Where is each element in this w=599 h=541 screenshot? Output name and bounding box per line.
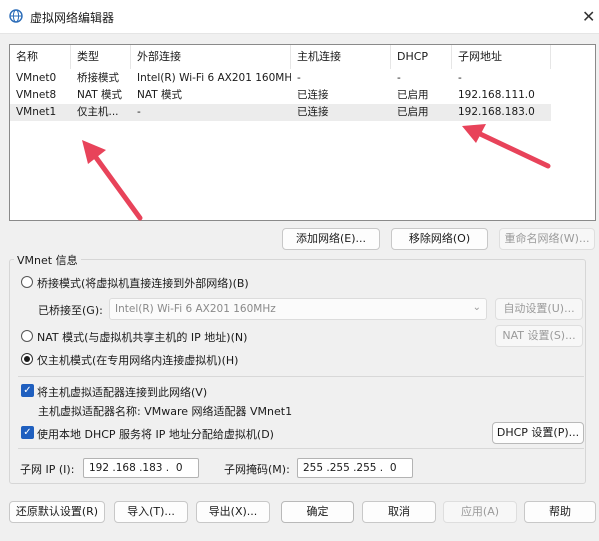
cell-name: VMnet8 bbox=[16, 89, 57, 101]
divider bbox=[18, 376, 584, 377]
cell-host: 已连接 bbox=[297, 106, 329, 118]
close-icon[interactable]: ✕ bbox=[582, 7, 595, 26]
subnet-mask-input[interactable]: 255 .255 .255 . 0 bbox=[297, 458, 413, 478]
subnet-mask-label: 子网掩码(M): bbox=[224, 463, 290, 476]
hostonly-mode-radio[interactable] bbox=[21, 353, 33, 365]
cell-name: VMnet0 bbox=[16, 72, 57, 84]
cell-host: 已连接 bbox=[297, 89, 329, 101]
list-header: 名称 类型 外部连接 主机连接 DHCP 子网地址 bbox=[10, 45, 595, 69]
cell-dhcp: 已启用 bbox=[397, 106, 429, 118]
column-header-host[interactable]: 主机连接 bbox=[291, 45, 391, 69]
network-globe-icon bbox=[9, 9, 23, 23]
bridged-to-select[interactable]: Intel(R) Wi-Fi 6 AX201 160MHz ⌄ bbox=[109, 298, 487, 320]
help-button[interactable]: 帮助 bbox=[524, 501, 596, 523]
cancel-button[interactable]: 取消 bbox=[362, 501, 436, 523]
connect-adapter-label[interactable]: 将主机虚拟适配器连接到此网络(V) bbox=[37, 384, 207, 400]
remove-network-button[interactable]: 移除网络(O) bbox=[391, 228, 488, 250]
bridged-to-value: Intel(R) Wi-Fi 6 AX201 160MHz bbox=[115, 303, 276, 315]
use-dhcp-checkbox[interactable]: ✓ bbox=[21, 426, 34, 439]
column-header-type[interactable]: 类型 bbox=[71, 45, 131, 69]
connect-adapter-checkbox[interactable]: ✓ bbox=[21, 384, 34, 397]
window-title: 虚拟网络编辑器 bbox=[30, 11, 115, 25]
cell-subnet: - bbox=[458, 72, 462, 84]
ok-button[interactable]: 确定 bbox=[281, 501, 354, 523]
cell-subnet: 192.168.111.0 bbox=[458, 89, 535, 101]
bridge-mode-radio[interactable] bbox=[21, 276, 33, 288]
nat-mode-label[interactable]: NAT 模式(与虚拟机共享主机的 IP 地址)(N) bbox=[37, 329, 247, 345]
rename-network-button[interactable]: 重命名网络(W)... bbox=[499, 228, 595, 250]
column-header-dhcp[interactable]: DHCP bbox=[391, 45, 452, 69]
hostonly-mode-label[interactable]: 仅主机模式(在专用网络内连接虚拟机)(H) bbox=[37, 352, 238, 368]
divider bbox=[18, 448, 584, 449]
network-list[interactable]: 名称 类型 外部连接 主机连接 DHCP 子网地址 VMnet0 桥接模式 In… bbox=[9, 44, 596, 221]
add-network-button[interactable]: 添加网络(E)... bbox=[282, 228, 380, 250]
import-button[interactable]: 导入(T)... bbox=[114, 501, 188, 523]
use-dhcp-label[interactable]: 使用本地 DHCP 服务将 IP 地址分配给虚拟机(D) bbox=[37, 426, 274, 442]
vmnet-info-group bbox=[9, 259, 586, 484]
cell-dhcp: - bbox=[397, 72, 401, 84]
cell-type: 仅主机... bbox=[77, 106, 119, 118]
export-button[interactable]: 导出(X)... bbox=[196, 501, 270, 523]
table-row[interactable]: VMnet0 桥接模式 Intel(R) Wi-Fi 6 AX201 160MH… bbox=[10, 70, 551, 87]
vmnet-info-label: VMnet 信息 bbox=[14, 252, 81, 268]
cell-type: NAT 模式 bbox=[77, 89, 122, 101]
cell-name: VMnet1 bbox=[16, 106, 57, 118]
nat-settings-button[interactable]: NAT 设置(S)... bbox=[495, 325, 583, 347]
bridged-to-label: 已桥接至(G): bbox=[38, 304, 103, 317]
cell-external: NAT 模式 bbox=[137, 89, 182, 101]
restore-defaults-button[interactable]: 还原默认设置(R) bbox=[9, 501, 105, 523]
auto-settings-button[interactable]: 自动设置(U)... bbox=[495, 298, 583, 320]
table-row-selected[interactable]: VMnet1 仅主机... - 已连接 已启用 192.168.183.0 bbox=[10, 104, 551, 121]
cell-external: - bbox=[137, 106, 141, 118]
nat-mode-radio[interactable] bbox=[21, 330, 33, 342]
dhcp-settings-button[interactable]: DHCP 设置(P)... bbox=[492, 422, 584, 444]
cell-dhcp: 已启用 bbox=[397, 89, 429, 101]
cell-subnet: 192.168.183.0 bbox=[458, 106, 535, 118]
adapter-name-text: 主机虚拟适配器名称: VMware 网络适配器 VMnet1 bbox=[38, 405, 293, 418]
cell-type: 桥接模式 bbox=[77, 72, 119, 84]
column-header-name[interactable]: 名称 bbox=[10, 45, 71, 69]
chevron-down-icon: ⌄ bbox=[472, 302, 481, 313]
column-header-subnet[interactable]: 子网地址 bbox=[452, 45, 551, 69]
subnet-ip-label: 子网 IP (I): bbox=[20, 463, 75, 476]
title-bar: 虚拟网络编辑器 ✕ bbox=[0, 0, 599, 34]
subnet-ip-input[interactable]: 192 .168 .183 . 0 bbox=[83, 458, 199, 478]
bridge-mode-label[interactable]: 桥接模式(将虚拟机直接连接到外部网络)(B) bbox=[37, 275, 249, 291]
cell-external: Intel(R) Wi-Fi 6 AX201 160MHz bbox=[137, 72, 291, 84]
cell-host: - bbox=[297, 72, 301, 84]
table-row[interactable]: VMnet8 NAT 模式 NAT 模式 已连接 已启用 192.168.111… bbox=[10, 87, 551, 104]
apply-button[interactable]: 应用(A) bbox=[443, 501, 517, 523]
column-header-external[interactable]: 外部连接 bbox=[131, 45, 291, 69]
